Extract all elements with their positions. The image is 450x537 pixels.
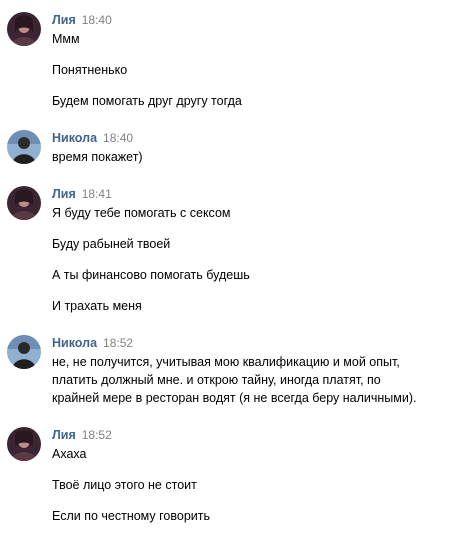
message-text: время покажет) <box>52 150 143 164</box>
avatar[interactable] <box>7 186 41 220</box>
message-text: Будем помогать друг другу тогда <box>52 94 242 108</box>
message-time[interactable]: 18:52 <box>103 336 133 350</box>
author-name[interactable]: Никола <box>52 336 97 350</box>
message-time[interactable]: 18:40 <box>103 131 133 145</box>
message-header: Лия 18:52 <box>52 428 112 442</box>
message-text: Буду рабыней твоей <box>52 237 171 251</box>
author-name[interactable]: Лия <box>52 428 76 442</box>
message-time[interactable]: 18:40 <box>82 13 112 27</box>
avatar[interactable] <box>7 130 41 164</box>
message-text: Ахаха <box>52 447 87 461</box>
male-profile-photo-icon <box>7 130 41 164</box>
message-text: Если по честному говорить <box>52 509 211 523</box>
message-header: Лия 18:40 <box>52 13 112 27</box>
message-header: Никола 18:40 <box>52 131 133 145</box>
message-time[interactable]: 18:41 <box>82 187 112 201</box>
female-profile-photo-icon <box>7 427 41 461</box>
message-text: Я буду тебе помогать с сексом <box>52 206 231 220</box>
message-text: Твоё лицо этого не стоит <box>52 478 197 492</box>
message-time[interactable]: 18:52 <box>82 428 112 442</box>
message-header: Лия 18:41 <box>52 187 112 201</box>
message-text-line: не, не получится, учитывая мою квалифика… <box>52 355 400 369</box>
message-text: И трахать меня <box>52 299 142 313</box>
author-name[interactable]: Лия <box>52 13 76 27</box>
female-profile-photo-icon <box>7 12 41 46</box>
female-profile-photo-icon <box>7 186 41 220</box>
message-text-line: платить должный мне. и открою тайну, ино… <box>52 373 381 387</box>
author-name[interactable]: Лия <box>52 187 76 201</box>
avatar[interactable] <box>7 12 41 46</box>
message-text: Понятненько <box>52 63 128 77</box>
message-text: Ммм <box>52 32 80 46</box>
message-header: Никола 18:52 <box>52 336 133 350</box>
avatar[interactable] <box>7 335 41 369</box>
author-name[interactable]: Никола <box>52 131 97 145</box>
message-text: не, не получится, учитывая мою квалифика… <box>52 353 444 407</box>
message-text-line: крайней мере в ресторан водят (я не всег… <box>52 391 417 405</box>
message-text: А ты финансово помогать будешь <box>52 268 250 282</box>
male-profile-photo-icon <box>7 335 41 369</box>
chat-history: Лия 18:40 Ммм Понятненько Будем помогать … <box>0 0 450 537</box>
avatar[interactable] <box>7 427 41 461</box>
